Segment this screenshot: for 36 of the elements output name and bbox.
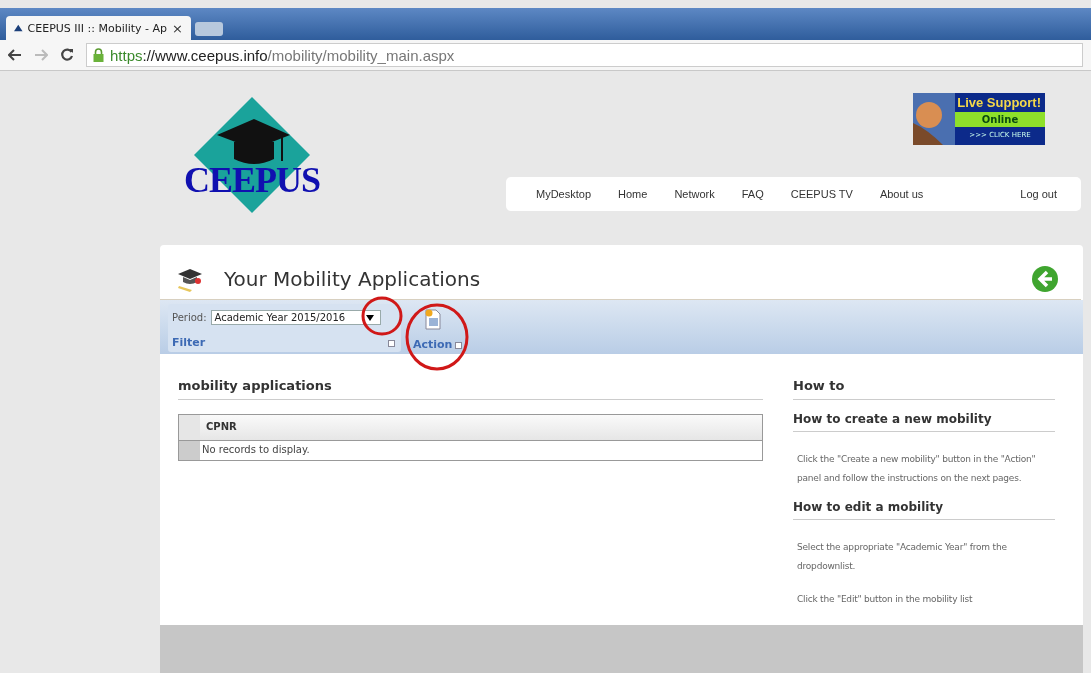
nav-link[interactable]: Network [674,188,715,200]
logout-link[interactable]: Log out [1020,188,1057,200]
reload-icon[interactable] [60,48,74,62]
expand-icon[interactable] [455,342,463,349]
forward-icon[interactable] [34,49,48,61]
nav-link[interactable]: CEEPUS TV [790,188,853,200]
subsection-heading: How to edit a mobility [793,500,1055,520]
expand-icon[interactable] [388,340,395,347]
action-group-label: Action [413,338,453,351]
nav-link[interactable]: FAQ [741,188,764,200]
nav-link[interactable]: MyDesktop [536,188,592,200]
nav-link[interactable]: About us [879,188,924,200]
help-paragraph: Select the appropriate "Academic Year" from the dropdownlist. [797,541,1008,573]
help-paragraph: Click the "Edit" button in the mobility list [797,593,974,606]
new-document-icon[interactable] [423,308,442,330]
graduation-cap-icon [176,266,204,292]
close-tab-button[interactable]: × [172,20,183,36]
lock-icon [93,48,104,62]
tab-title: CEEPUS III :: Mobility - Ap [27,21,168,35]
grid-gutter [179,441,200,460]
dropdown-arrow-icon[interactable] [365,314,374,321]
page-title: Your Mobility Applications [224,267,481,291]
column-header[interactable]: CPNR [200,415,243,440]
triangle-icon [14,22,23,34]
empty-message: No records to display. [201,443,311,457]
browser-tab[interactable]: CEEPUS III :: Mobility - Ap × [6,16,191,40]
period-label: Period: [172,312,207,323]
help-paragraph: Click the "Create a new mobility" button in the "Action" panel and follow the instructions on the next pages. [797,453,1037,485]
section-heading: mobility applications [178,372,763,400]
period-dropdown[interactable]: Academic Year 2015/2016 [210,310,381,325]
address-field[interactable]: https://www.ceepus.info/mobility/mobility_main.aspx [86,43,1083,67]
filter-group-label: Filter [172,336,206,349]
nav-link[interactable]: Home [618,188,648,200]
back-icon[interactable] [8,49,22,61]
section-heading: How to [793,372,1055,400]
subsection-heading: How to create a new mobility [793,412,1055,432]
